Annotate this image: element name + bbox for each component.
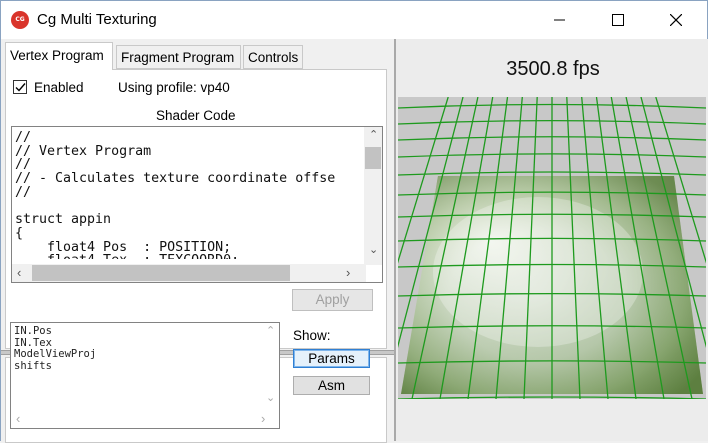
parameter-list-items[interactable]: IN.Pos IN.Tex ModelViewProj shifts [14,325,96,372]
scroll-right-icon[interactable]: › [346,266,350,279]
bump-highlight [433,197,643,347]
window-title: Cg Multi Texturing [37,11,157,28]
maximize-button[interactable] [590,1,648,39]
apply-button[interactable]: Apply [292,289,373,311]
scene-canvas [398,97,706,399]
code-horizontal-scrollbar[interactable]: ‹ › [12,264,366,282]
scroll-down-icon[interactable]: ⌄ [369,245,378,256]
tab-controls[interactable]: Controls [243,45,303,69]
enabled-checkbox[interactable] [13,80,27,94]
render-viewport[interactable] [398,97,706,399]
checkmark-icon [15,83,26,92]
params-button[interactable]: Params [293,349,370,368]
app-icon: CG [11,11,29,29]
minimize-button[interactable] [532,1,590,39]
list-vertical-scrollbar[interactable]: ⌃ ⌄ [261,323,279,410]
code-vertical-thumb[interactable] [365,147,381,169]
asm-button[interactable]: Asm [293,376,370,395]
maximize-icon [612,14,624,26]
fps-counter: 3500.8 fps [506,58,600,80]
shader-code-text[interactable]: // // Vertex Program // // - Calculates … [15,131,361,259]
tab-vertex-program[interactable]: Vertex Program [5,42,113,70]
show-label: Show: [293,328,331,343]
shader-code-editor[interactable]: // // Vertex Program // // - Calculates … [11,126,383,283]
shader-code-label: Shader Code [156,108,236,123]
close-button[interactable] [648,1,706,39]
close-icon [670,14,682,26]
scroll-left-icon[interactable]: ‹ [17,266,21,279]
code-horizontal-thumb[interactable] [32,265,290,281]
list-horizontal-scrollbar[interactable]: ‹ › [11,410,279,428]
parameter-list[interactable]: IN.Pos IN.Tex ModelViewProj shifts ⌃ ⌄ ‹… [10,322,280,429]
list-scroll-left-icon[interactable]: ‹ [16,412,20,425]
title-bar[interactable]: CG Cg Multi Texturing [1,1,707,39]
tab-fragment-program[interactable]: Fragment Program [116,45,241,69]
profile-text: Using profile: vp40 [118,80,230,95]
list-scroll-up-icon[interactable]: ⌃ [266,326,275,337]
enabled-label: Enabled [34,80,84,95]
minimize-icon [554,19,565,21]
scroll-up-icon[interactable]: ⌃ [369,130,378,141]
list-scroll-right-icon[interactable]: › [261,412,265,425]
list-scroll-down-icon[interactable]: ⌄ [266,393,275,404]
app-window: CG Cg Multi Texturing Vertex Program Fra… [0,0,708,443]
code-vertical-scrollbar[interactable]: ⌃ ⌄ [364,127,382,265]
